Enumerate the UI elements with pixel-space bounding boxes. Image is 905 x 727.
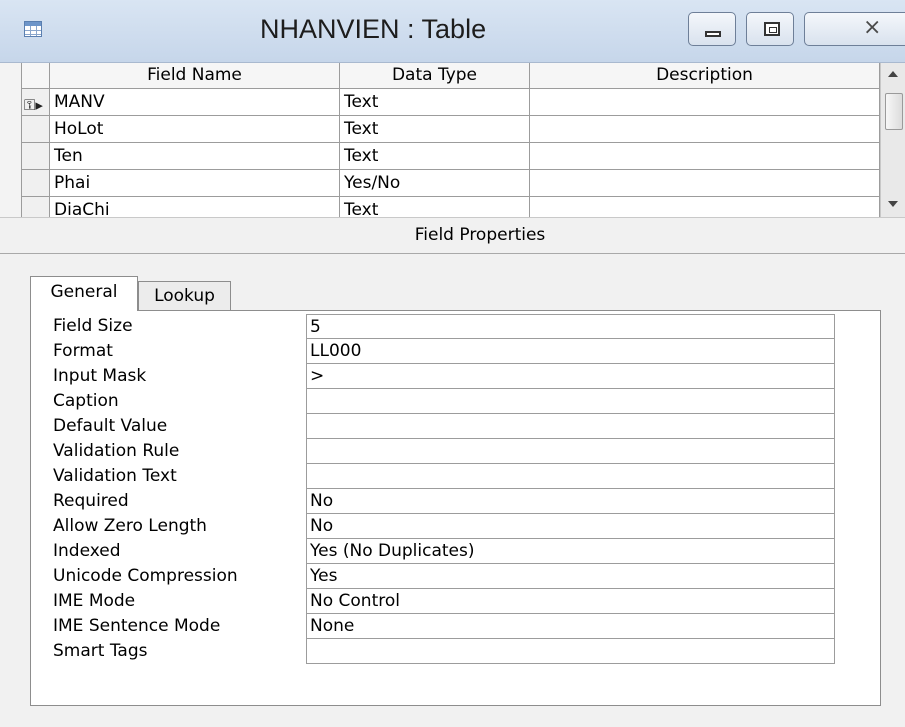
property-value[interactable] (306, 389, 835, 414)
row-selector[interactable]: ⚿▸ (22, 89, 50, 116)
row-selector[interactable] (22, 116, 50, 143)
property-row[interactable]: Allow Zero Length No (31, 514, 880, 539)
divider (0, 253, 905, 254)
description-cell[interactable] (530, 116, 880, 143)
maximize-button[interactable] (746, 12, 794, 46)
primary-key-icon: ⚿▸ (24, 96, 43, 114)
grid-header-row: Field Name Data Type Description (0, 63, 880, 90)
table-row[interactable]: Ten Text (0, 143, 880, 170)
field-name-cell[interactable]: Ten (50, 143, 340, 170)
tab-general[interactable]: General (30, 276, 138, 311)
data-type-cell[interactable]: Yes/No (340, 170, 530, 197)
property-row[interactable]: Default Value (31, 414, 880, 439)
property-label: Field Size (53, 316, 133, 336)
description-cell[interactable] (530, 143, 880, 170)
properties-panel: Field Size 5 Format LL000 Input Mask > C… (30, 310, 881, 706)
field-name-cell[interactable]: MANV (50, 89, 340, 116)
property-row[interactable]: Required No (31, 489, 880, 514)
property-label: Validation Rule (53, 441, 180, 461)
property-label: Indexed (53, 541, 121, 561)
title-bar[interactable]: NHANVIEN : Table ⨯ (0, 0, 905, 63)
property-label: Unicode Compression (53, 566, 238, 586)
property-label: Smart Tags (53, 641, 148, 661)
property-label: Default Value (53, 416, 168, 436)
property-row[interactable]: IME Mode No Control (31, 589, 880, 614)
property-row[interactable]: Validation Rule (31, 439, 880, 464)
property-row[interactable]: IME Sentence Mode None (31, 614, 880, 639)
field-name-cell[interactable]: HoLot (50, 116, 340, 143)
property-row[interactable]: Format LL000 (31, 339, 880, 364)
header-selector-cell (22, 63, 50, 89)
description-cell[interactable] (530, 89, 880, 116)
property-row[interactable]: Indexed Yes (No Duplicates) (31, 539, 880, 564)
table-row[interactable]: Phai Yes/No (0, 170, 880, 197)
vertical-scrollbar[interactable] (880, 63, 905, 217)
property-value[interactable] (306, 639, 835, 664)
field-properties-title: Field Properties (0, 217, 905, 253)
tab-lookup[interactable]: Lookup (138, 281, 231, 311)
table-icon (24, 21, 42, 37)
property-value[interactable] (306, 414, 835, 439)
header-field-name[interactable]: Field Name (50, 63, 340, 89)
property-value[interactable]: Yes (306, 564, 835, 589)
property-label: IME Mode (53, 591, 136, 611)
minimize-button[interactable] (688, 12, 736, 46)
table-row[interactable]: HoLot Text (0, 116, 880, 143)
field-name-cell[interactable]: Phai (50, 170, 340, 197)
header-data-type[interactable]: Data Type (340, 63, 530, 89)
property-label: Input Mask (53, 366, 147, 386)
property-row[interactable]: Unicode Compression Yes (31, 564, 880, 589)
maximize-icon (764, 22, 780, 36)
close-button[interactable]: ⨯ (804, 12, 905, 46)
property-value[interactable]: No Control (306, 589, 835, 614)
property-label: Validation Text (53, 466, 177, 486)
property-value[interactable]: No (306, 489, 835, 514)
row-selector[interactable] (22, 143, 50, 170)
data-type-cell[interactable]: Text (340, 143, 530, 170)
data-type-cell[interactable]: Text (340, 116, 530, 143)
window-title: NHANVIEN : Table (260, 14, 487, 44)
property-value[interactable]: None (306, 614, 835, 639)
table-row[interactable]: ⚿▸ MANV Text (0, 89, 880, 116)
property-value[interactable]: No (306, 514, 835, 539)
property-value[interactable]: Yes (No Duplicates) (306, 539, 835, 564)
field-name-cell[interactable]: DiaChi (50, 197, 340, 217)
property-row[interactable]: Smart Tags (31, 639, 880, 664)
row-selector[interactable] (22, 170, 50, 197)
property-row[interactable]: Caption (31, 389, 880, 414)
property-label: Format (53, 341, 113, 361)
description-cell[interactable] (530, 197, 880, 217)
property-label: Allow Zero Length (53, 516, 207, 536)
scroll-up-icon[interactable] (888, 71, 898, 77)
row-selector[interactable] (22, 197, 50, 217)
property-row[interactable]: Field Size 5 (31, 314, 880, 339)
property-label: Required (53, 491, 129, 511)
property-value[interactable] (306, 439, 835, 464)
table-row[interactable]: DiaChi Text (0, 197, 880, 217)
property-label: IME Sentence Mode (53, 616, 221, 636)
property-row[interactable]: Input Mask > (31, 364, 880, 389)
header-description[interactable]: Description (530, 63, 880, 89)
property-value[interactable] (306, 464, 835, 489)
description-cell[interactable] (530, 170, 880, 197)
data-type-cell[interactable]: Text (340, 89, 530, 116)
property-row[interactable]: Validation Text (31, 464, 880, 489)
property-label: Caption (53, 391, 119, 411)
scroll-down-icon[interactable] (888, 201, 898, 207)
data-type-cell[interactable]: Text (340, 197, 530, 217)
field-design-grid: Field Name Data Type Description ⚿▸ MANV… (0, 63, 905, 217)
close-icon: ⨯ (863, 15, 882, 40)
property-value[interactable]: 5 (306, 314, 835, 339)
property-value[interactable]: LL000 (306, 339, 835, 364)
scrollbar-thumb[interactable] (885, 93, 903, 130)
minimize-icon (705, 31, 721, 37)
property-value[interactable]: > (306, 364, 835, 389)
